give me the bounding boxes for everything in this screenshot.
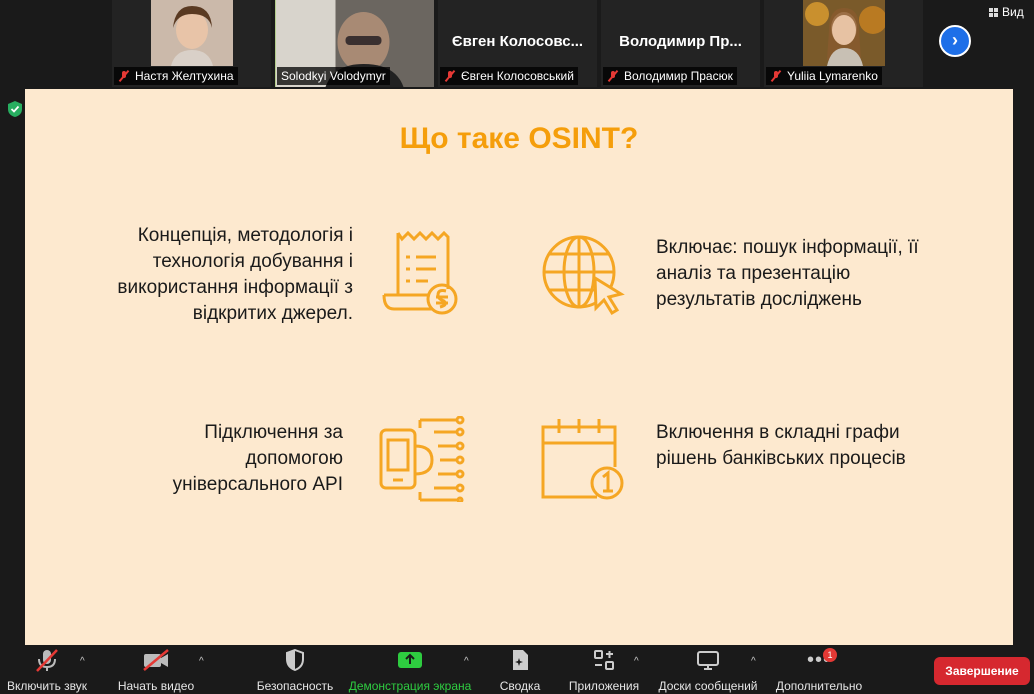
- participant-tile[interactable]: Yuliia Lymarenko: [764, 0, 923, 87]
- apps-button[interactable]: Приложения: [566, 645, 642, 694]
- summary-icon: [513, 650, 528, 670]
- audio-options-caret[interactable]: ^: [80, 656, 85, 667]
- camera-off-icon: [143, 649, 169, 671]
- mic-off-icon: [770, 70, 782, 82]
- participant-label: Євген Колосовський: [440, 67, 578, 85]
- participant-tile[interactable]: Євген Колосовс... Євген Колосовський: [438, 0, 597, 87]
- slide-title: Що таке OSINT?: [399, 122, 639, 155]
- slide-text-includes: Включає: пошук інформації, її аналіз та …: [656, 237, 919, 310]
- end-meeting-button[interactable]: Завершение: [934, 657, 1030, 685]
- participant-strip: Настя Желтухина Solodkyi Volodymyr Євген…: [112, 0, 923, 88]
- participant-label: Володимир Прасюк: [603, 67, 737, 85]
- meeting-toolbar: Включить звук ^ Начать видео ^ Безопасно…: [0, 645, 1034, 694]
- share-screen-button[interactable]: Демонстрация экрана: [346, 645, 474, 694]
- apps-options-caret[interactable]: ^: [634, 656, 639, 667]
- share-screen-icon: [398, 652, 422, 668]
- mic-off-icon: [444, 70, 456, 82]
- participant-label: Yuliia Lymarenko: [766, 67, 882, 85]
- participant-tile-active[interactable]: Solodkyi Volodymyr: [275, 0, 434, 87]
- more-button[interactable]: ••• Дополнительно: [772, 645, 866, 694]
- unmute-button[interactable]: Включить звук: [4, 645, 90, 694]
- calendar-clock-icon: [541, 419, 624, 500]
- participant-label: Solodkyi Volodymyr: [277, 67, 390, 85]
- globe-cursor-icon: [542, 235, 625, 316]
- summary-button[interactable]: Сводка: [495, 645, 545, 694]
- next-participants-button[interactable]: ›: [939, 25, 971, 57]
- share-options-caret[interactable]: ^: [464, 656, 469, 667]
- participant-tile[interactable]: Настя Желтухина: [112, 0, 271, 87]
- participant-display-name: Євген Колосовс...: [451, 33, 584, 50]
- apps-icon: [594, 650, 614, 670]
- view-label: Вид: [1002, 5, 1024, 19]
- participant-video: [150, 0, 233, 66]
- whiteboards-options-caret[interactable]: ^: [751, 656, 756, 667]
- participant-display-name: Володимир Пр...: [619, 33, 742, 50]
- receipt-hryvnia-icon: [382, 230, 458, 315]
- slide-text-concept: Концепція, методологія і технологія добу…: [117, 225, 353, 324]
- encryption-shield-icon[interactable]: [6, 100, 24, 118]
- view-button[interactable]: Вид: [989, 5, 1024, 19]
- phone-circuit-icon: [379, 416, 465, 502]
- notification-badge: 1: [823, 648, 837, 662]
- whiteboards-button[interactable]: Доски сообщений: [655, 645, 761, 694]
- participant-tile[interactable]: Володимир Пр... Володимир Прасюк: [601, 0, 760, 87]
- slide-text-graphs: Включення в складні графи рішень банківс…: [656, 422, 906, 469]
- shield-icon: [286, 649, 304, 671]
- grid-view-icon: [989, 7, 998, 17]
- mic-muted-icon: [36, 649, 58, 672]
- security-button[interactable]: Безопасность: [254, 645, 336, 694]
- participant-video: [802, 0, 885, 66]
- participant-label: Настя Желтухина: [114, 67, 238, 85]
- start-video-button[interactable]: Начать видео: [114, 645, 198, 694]
- mic-off-icon: [118, 70, 130, 82]
- slide-text-api: Підключення за допомогою універсального …: [172, 422, 343, 495]
- shared-screen-slide: Що таке OSINT? Концепція, методологія і …: [25, 89, 1013, 645]
- mic-off-icon: [607, 70, 619, 82]
- zoom-meeting-window: Настя Желтухина Solodkyi Volodymyr Євген…: [0, 0, 1034, 694]
- video-options-caret[interactable]: ^: [199, 656, 204, 667]
- whiteboard-icon: [697, 651, 719, 670]
